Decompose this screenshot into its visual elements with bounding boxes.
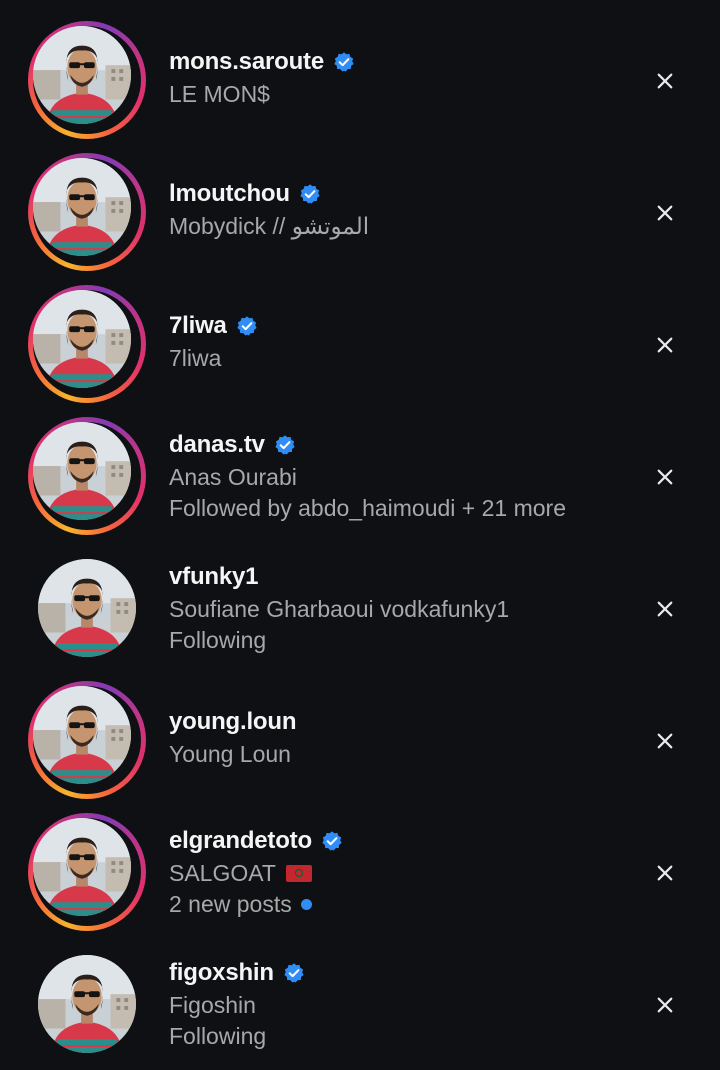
- full-name: Anas Ourabi: [169, 464, 297, 490]
- close-icon: [656, 732, 674, 750]
- close-icon: [656, 468, 674, 486]
- story-ring[interactable]: [28, 417, 146, 535]
- avatar-wrap[interactable]: [28, 945, 146, 1063]
- new-posts-line: 2 new posts: [169, 889, 630, 920]
- profile-photo: [33, 686, 131, 784]
- dismiss-button[interactable]: [650, 66, 680, 96]
- avatar: [33, 422, 131, 520]
- close-icon: [656, 996, 674, 1014]
- verified-badge-icon: [236, 315, 258, 337]
- verified-badge-icon: [283, 962, 305, 984]
- avatar: [33, 818, 131, 916]
- full-name: Figoshin: [169, 992, 256, 1018]
- followed-by-text: Followed by abdo_haimoudi + 21 more: [169, 495, 566, 521]
- verified-badge-icon: [299, 183, 321, 205]
- suggested-accounts-list: mons.saroute LE MON$ lmoutchou Mobydick …: [0, 0, 720, 1069]
- username[interactable]: vfunky1: [169, 563, 259, 591]
- account-row-danas-tv[interactable]: danas.tv Anas Ourabi Followed by abdo_ha…: [0, 410, 720, 542]
- username[interactable]: lmoutchou: [169, 180, 290, 208]
- story-ring[interactable]: [28, 285, 146, 403]
- username[interactable]: figoxshin: [169, 959, 274, 987]
- profile-photo: [33, 290, 131, 388]
- account-row-figoxshin[interactable]: figoxshin Figoshin Following: [0, 938, 720, 1070]
- profile-photo: [38, 955, 136, 1053]
- dismiss-button[interactable]: [650, 330, 680, 360]
- following-status: Following: [169, 627, 267, 653]
- account-row-lmoutchou[interactable]: lmoutchou Mobydick // الموتشو: [0, 146, 720, 278]
- dismiss-button[interactable]: [650, 990, 680, 1020]
- full-name-line: SALGOAT: [169, 858, 630, 889]
- full-name: Mobydick // الموتشو: [169, 213, 370, 239]
- full-name: 7liwa: [169, 345, 222, 371]
- account-row-7liwa[interactable]: 7liwa 7liwa: [0, 278, 720, 410]
- full-name: LE MON$: [169, 81, 270, 107]
- avatar: [38, 559, 136, 657]
- profile-photo: [33, 818, 131, 916]
- account-row-elgrandetoto[interactable]: elgrandetoto SALGOAT 2 new posts: [0, 806, 720, 938]
- following-status: Following: [169, 1023, 267, 1049]
- verified-badge-icon: [321, 830, 343, 852]
- dismiss-button[interactable]: [650, 462, 680, 492]
- blue-dot-icon: [300, 899, 312, 910]
- avatar: [33, 290, 131, 388]
- username[interactable]: mons.saroute: [169, 48, 324, 76]
- avatar-wrap[interactable]: [28, 549, 146, 667]
- morocco-flag-icon: [285, 865, 312, 882]
- account-row-mons-saroute[interactable]: mons.saroute LE MON$: [0, 14, 720, 146]
- story-ring[interactable]: [28, 153, 146, 271]
- avatar: [33, 26, 131, 124]
- username[interactable]: 7liwa: [169, 312, 227, 340]
- dismiss-button[interactable]: [650, 198, 680, 228]
- profile-photo: [33, 422, 131, 520]
- story-ring[interactable]: [28, 813, 146, 931]
- full-name: Soufiane Gharbaoui vodkafunky1: [169, 596, 510, 622]
- close-icon: [656, 336, 674, 354]
- username[interactable]: danas.tv: [169, 431, 265, 459]
- close-icon: [656, 72, 674, 90]
- profile-photo: [33, 26, 131, 124]
- story-ring[interactable]: [28, 681, 146, 799]
- verified-badge-icon: [333, 51, 355, 73]
- verified-badge-icon: [274, 434, 296, 456]
- story-ring[interactable]: [28, 21, 146, 139]
- avatar: [33, 158, 131, 256]
- avatar: [38, 955, 136, 1053]
- account-row-young-loun[interactable]: young.loun Young Loun: [0, 674, 720, 806]
- username[interactable]: young.loun: [169, 708, 297, 736]
- full-name: SALGOAT: [169, 860, 276, 886]
- avatar: [33, 686, 131, 784]
- profile-photo: [33, 158, 131, 256]
- close-icon: [656, 204, 674, 222]
- profile-photo: [38, 559, 136, 657]
- full-name: Young Loun: [169, 741, 291, 767]
- username[interactable]: elgrandetoto: [169, 827, 312, 855]
- dismiss-button[interactable]: [650, 726, 680, 756]
- account-row-vfunky1[interactable]: vfunky1 Soufiane Gharbaoui vodkafunky1 F…: [0, 542, 720, 674]
- close-icon: [656, 864, 674, 882]
- new-posts-text: 2 new posts: [169, 891, 292, 917]
- dismiss-button[interactable]: [650, 858, 680, 888]
- dismiss-button[interactable]: [650, 594, 680, 624]
- close-icon: [656, 600, 674, 618]
